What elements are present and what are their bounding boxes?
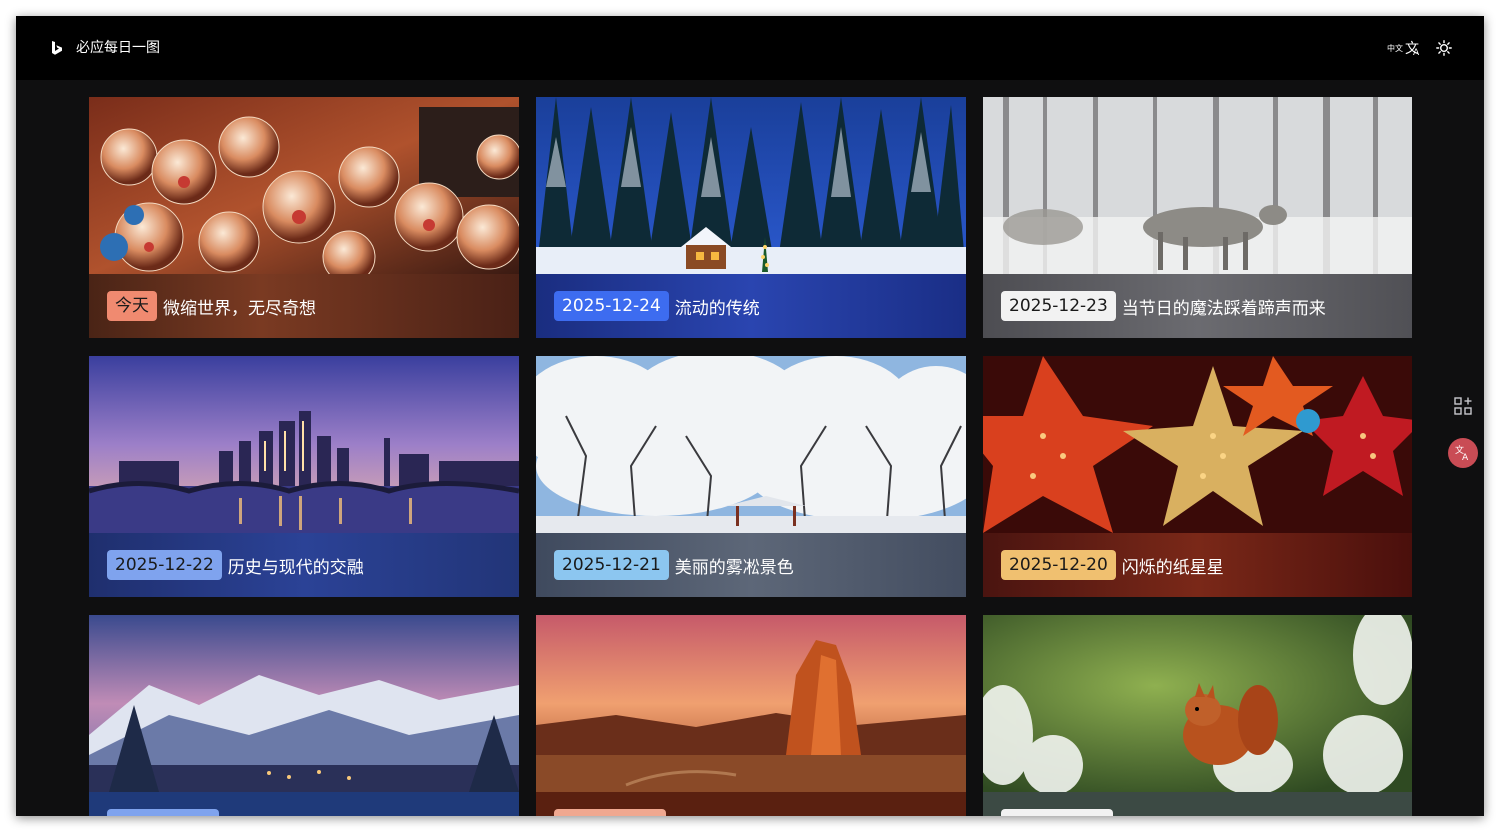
translate-button[interactable]: 中文 文 A — [1386, 36, 1422, 60]
card-caption: 今天 微缩世界，无尽奇想 — [89, 274, 519, 338]
date-badge — [1001, 809, 1113, 816]
svg-text:A: A — [1462, 453, 1469, 463]
image-card-2025-12-23[interactable]: 2025-12-23 当节日的魔法踩着蹄声而来 — [983, 97, 1412, 338]
card-caption — [89, 792, 519, 816]
card-title: 当节日的魔法踩着蹄声而来 — [1121, 298, 1326, 319]
image-card-8[interactable] — [536, 615, 966, 816]
date-badge: 2025-12-22 — [107, 550, 222, 580]
date-badge: 2025-12-20 — [1001, 550, 1116, 580]
card-image-reindeer — [983, 97, 1412, 274]
card-image-desert-rock — [536, 615, 966, 792]
card-title: 美丽的雾凇景色 — [674, 557, 794, 578]
card-title: 流动的传统 — [674, 298, 760, 319]
app-window: 必应每日一图 中文 文 A 今天 微缩世界，无尽奇想 2025-12-24 流动… — [16, 16, 1484, 816]
add-widget-icon — [1454, 397, 1472, 415]
card-image-snow-globes — [89, 97, 519, 274]
card-caption: 2025-12-23 当节日的魔法踩着蹄声而来 — [983, 274, 1412, 338]
app-title: 必应每日一图 — [76, 40, 160, 56]
card-caption — [983, 792, 1412, 816]
card-caption: 2025-12-21 美丽的雾凇景色 — [536, 533, 966, 597]
card-caption: 2025-12-24 流动的传统 — [536, 274, 966, 338]
card-title: 闪烁的纸星星 — [1121, 557, 1224, 578]
image-card-7[interactable] — [89, 615, 519, 816]
date-badge — [107, 809, 219, 816]
svg-text:中文: 中文 — [1387, 43, 1403, 53]
add-widget-button[interactable] — [1453, 396, 1473, 416]
date-badge — [554, 809, 666, 816]
card-image-rime-trees — [536, 356, 966, 533]
translate-badge-icon: 文 A — [1455, 444, 1469, 463]
sun-icon — [1436, 40, 1452, 56]
image-card-9[interactable] — [983, 615, 1412, 816]
card-caption — [536, 792, 966, 816]
card-image-snowy-mountains — [89, 615, 519, 792]
translate-icon: 中文 文 A — [1387, 41, 1420, 57]
image-grid: 今天 微缩世界，无尽奇想 2025-12-24 流动的传统 2025-12-23… — [89, 97, 1412, 816]
translate-badge-button[interactable]: 文 A — [1448, 438, 1478, 468]
svg-text:A: A — [1413, 48, 1420, 57]
image-card-2025-12-22[interactable]: 2025-12-22 历史与现代的交融 — [89, 356, 519, 597]
card-caption: 2025-12-20 闪烁的纸星星 — [983, 533, 1412, 597]
card-image-paper-stars — [983, 356, 1412, 533]
theme-toggle-button[interactable] — [1432, 36, 1456, 60]
date-badge: 2025-12-24 — [554, 291, 669, 321]
bing-logo-icon — [52, 41, 62, 55]
image-card-today[interactable]: 今天 微缩世界，无尽奇想 — [89, 97, 519, 338]
title-bar: 必应每日一图 中文 文 A — [16, 16, 1484, 80]
image-card-2025-12-21[interactable]: 2025-12-21 美丽的雾凇景色 — [536, 356, 966, 597]
image-card-2025-12-24[interactable]: 2025-12-24 流动的传统 — [536, 97, 966, 338]
card-image-squirrel — [983, 615, 1412, 792]
date-badge: 2025-12-21 — [554, 550, 669, 580]
card-image-snowy-forest — [536, 97, 966, 274]
card-title: 历史与现代的交融 — [227, 557, 364, 578]
card-title: 微缩世界，无尽奇想 — [163, 298, 316, 319]
card-image-city-skyline — [89, 356, 519, 533]
image-card-2025-12-20[interactable]: 2025-12-20 闪烁的纸星星 — [983, 356, 1412, 597]
card-caption: 2025-12-22 历史与现代的交融 — [89, 533, 519, 597]
date-badge: 今天 — [107, 291, 157, 321]
date-badge: 2025-12-23 — [1001, 291, 1116, 321]
